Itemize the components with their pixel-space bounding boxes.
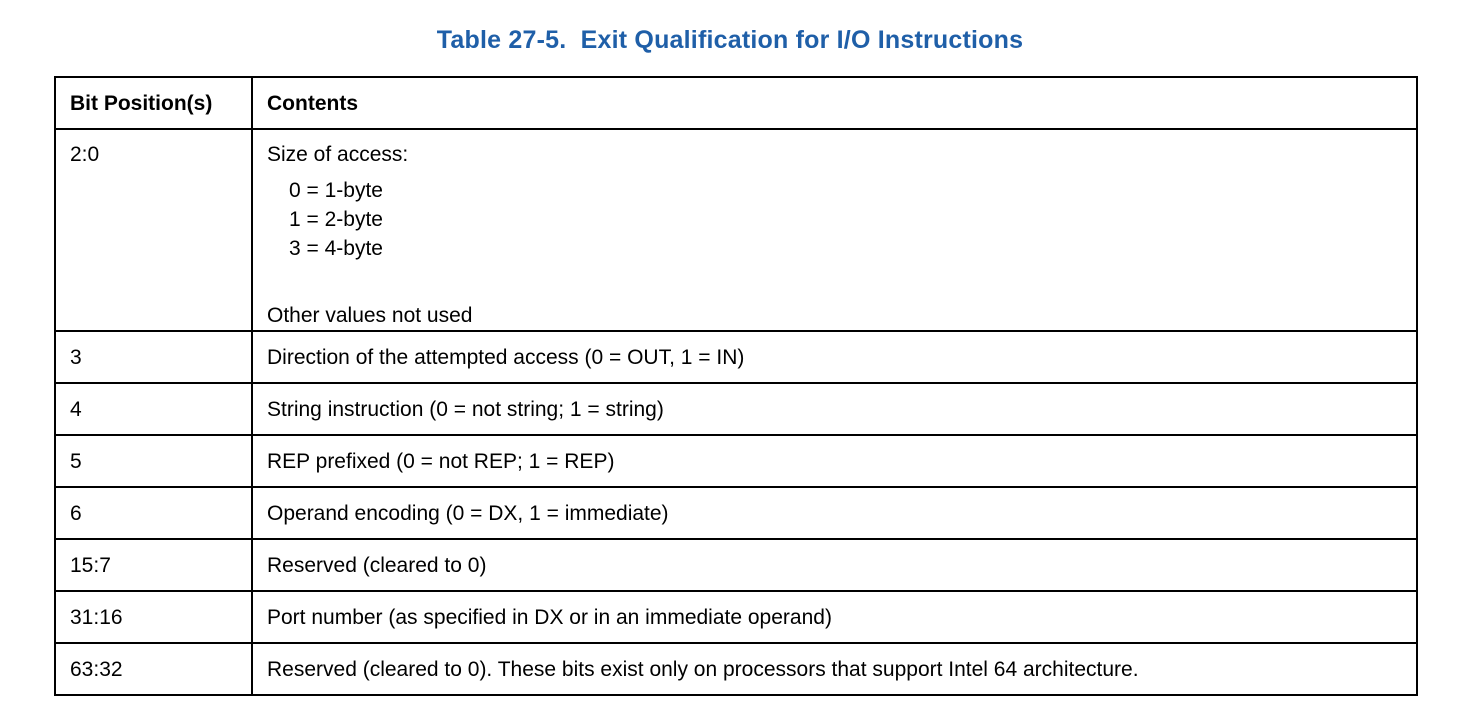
table-row: 15:7 Reserved (cleared to 0)	[54, 538, 1418, 592]
contents-cell: Operand encoding (0 = DX, 1 = immediate)	[251, 486, 1418, 540]
header-bit-position: Bit Position(s)	[54, 76, 253, 130]
table-row: 5 REP prefixed (0 = not REP; 1 = REP)	[54, 434, 1418, 488]
table-row: 3 Direction of the attempted access (0 =…	[54, 330, 1418, 384]
bit-position-cell: 31:16	[54, 590, 253, 644]
contents-cell: Size of access: 0 = 1-byte 1 = 2-byte 3 …	[251, 128, 1418, 332]
contents-cell: REP prefixed (0 = not REP; 1 = REP)	[251, 434, 1418, 488]
contents-cell: String instruction (0 = not string; 1 = …	[251, 382, 1418, 436]
contents-cell: Reserved (cleared to 0). These bits exis…	[251, 642, 1418, 696]
table-row: 31:16 Port number (as specified in DX or…	[54, 590, 1418, 644]
bit-position-cell: 5	[54, 434, 253, 488]
bit-position-cell: 4	[54, 382, 253, 436]
other-values-note: Other values not used	[267, 304, 473, 327]
size-value: 0 = 1-byte	[289, 179, 383, 202]
table-row: 4 String instruction (0 = not string; 1 …	[54, 382, 1418, 436]
table-row: 63:32 Reserved (cleared to 0). These bit…	[54, 642, 1418, 696]
table-row: 6 Operand encoding (0 = DX, 1 = immediat…	[54, 486, 1418, 540]
exit-qualification-table: Bit Position(s) Contents 2:0 Size of acc…	[54, 76, 1418, 696]
size-values-list: 0 = 1-byte 1 = 2-byte 3 = 4-byte	[267, 176, 1402, 263]
size-of-access-label: Size of access:	[267, 143, 409, 166]
table-row: 2:0 Size of access: 0 = 1-byte 1 = 2-byt…	[54, 128, 1418, 332]
size-value: 3 = 4-byte	[289, 237, 383, 260]
bit-position-cell: 2:0	[54, 128, 253, 332]
contents-cell: Port number (as specified in DX or in an…	[251, 590, 1418, 644]
bit-position-cell: 3	[54, 330, 253, 384]
bit-position-cell: 63:32	[54, 642, 253, 696]
size-value: 1 = 2-byte	[289, 208, 383, 231]
contents-cell: Direction of the attempted access (0 = O…	[251, 330, 1418, 384]
table-header-row: Bit Position(s) Contents	[54, 76, 1418, 130]
table-caption: Table 27-5. Exit Qualification for I/O I…	[436, 26, 1024, 54]
header-contents: Contents	[251, 76, 1418, 130]
bit-position-cell: 6	[54, 486, 253, 540]
bit-position-cell: 15:7	[54, 538, 253, 592]
contents-cell: Reserved (cleared to 0)	[251, 538, 1418, 592]
